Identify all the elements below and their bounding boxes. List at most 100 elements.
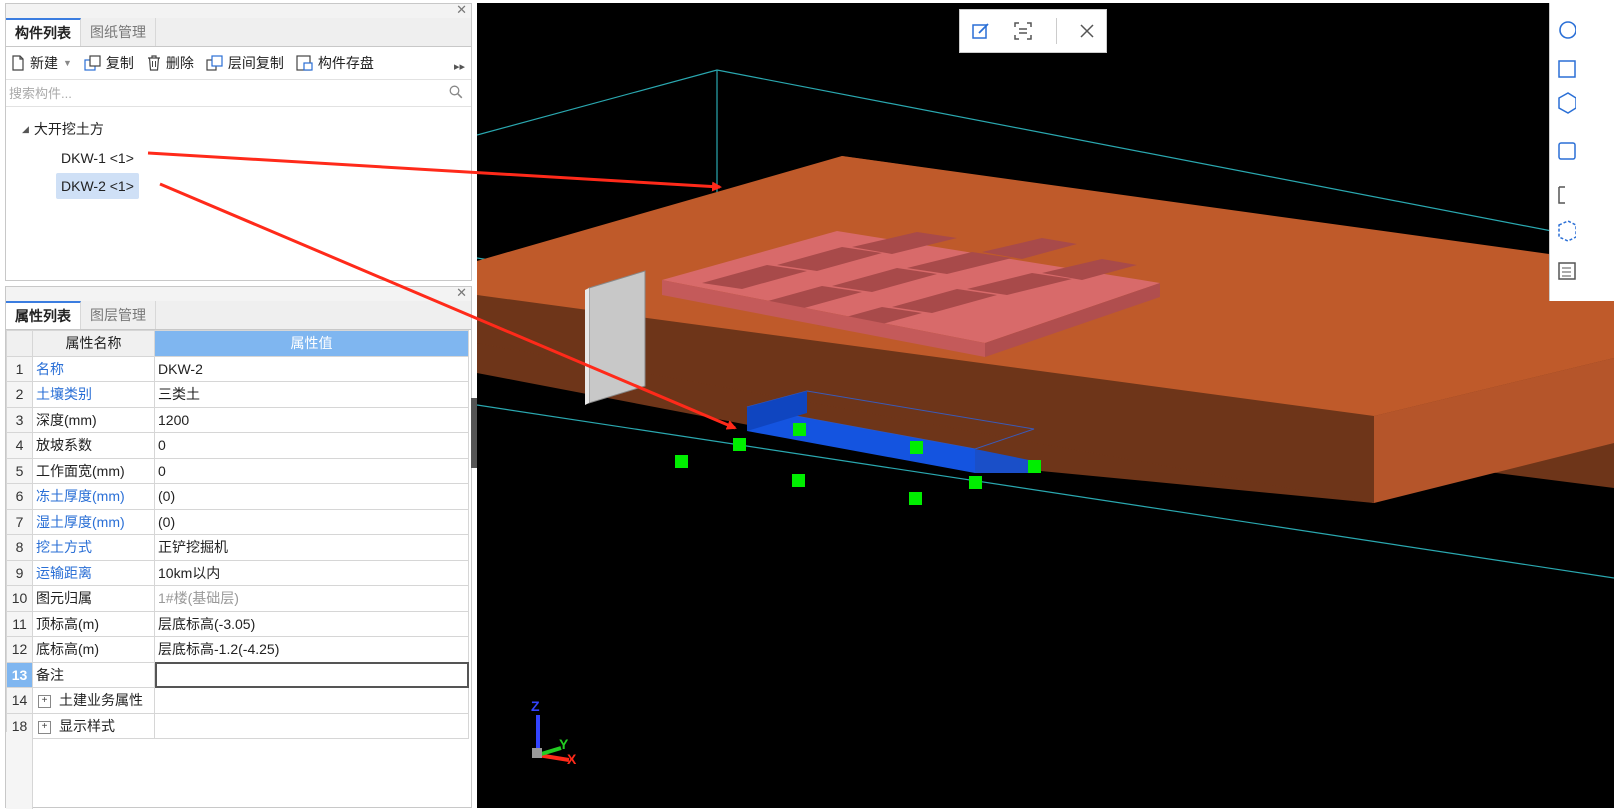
property-value[interactable]: (0) [154,483,469,510]
close-icon[interactable]: ✕ [456,2,467,18]
component-list-panel: ✕ 构件列表 图纸管理 新建 ▼ 复制 删除 层间复制 构件存盘 ▸▸ 搜索构件… [5,2,472,281]
panel-titlebar: ✕ [6,2,471,18]
table-row[interactable]: 11 顶标高(m) 层底标高(-3.05) [6,610,469,637]
property-name: 运输距离 [32,559,155,586]
table-row-selected[interactable]: 13 备注 [6,661,469,688]
save-component-label: 构件存盘 [317,55,374,71]
dynamic-view-icon[interactable] [1556,219,1576,243]
row-number: 12 [6,636,33,663]
property-value[interactable]: 1#楼(基础层) [154,585,469,612]
tab-property-list[interactable]: 属性列表 [6,301,81,329]
property-value[interactable]: 层底标高(-3.05) [154,610,469,637]
property-value[interactable]: 0 [154,432,469,459]
table-row[interactable]: 6 冻土厚度(mm) (0) [6,483,469,510]
more-icon[interactable]: ▸▸ [454,60,465,73]
property-value[interactable]: 0 [154,457,469,484]
table-row[interactable]: 18 + 显示样式 [6,712,469,739]
wall-panel [588,270,646,404]
property-name: 名称 [32,355,155,382]
search-icon[interactable] [449,85,463,99]
delete-button[interactable]: 删除 [146,53,194,73]
delete-label: 删除 [165,55,194,71]
table-row[interactable]: 8 挖土方式 正铲挖掘机 [6,534,469,561]
property-value [154,712,469,739]
copy-label: 复制 [105,55,134,71]
tree-group-excavation[interactable]: ◢ 大开挖土方 [6,115,471,143]
table-row[interactable]: 5 工作面宽(mm) 0 [6,457,469,484]
orbit-icon[interactable] [1556,19,1576,41]
property-name: 图元归属 [32,585,155,612]
property-name: 顶标高(m) [32,610,155,637]
table-row[interactable]: 10 图元归属 1#楼(基础层) [6,585,469,612]
chevron-down-icon[interactable]: ▼ [63,58,72,68]
property-value[interactable]: 1200 [154,406,469,433]
property-value[interactable]: 三类土 [154,381,469,408]
property-group: + 显示样式 [32,712,155,739]
copy-button[interactable]: 复制 [84,53,134,73]
tree-item-dkw-1[interactable]: DKW-1 <1> [56,145,139,171]
row-number-gutter [6,732,33,809]
property-name: 深度(mm) [32,406,155,433]
3d-viewport[interactable]: Z Y X [477,3,1614,808]
property-panel: ✕ 属性列表 图层管理 属性名称 属性值 1 名称 DKW-2 2 土壤类别 三类土 3… [5,285,472,809]
component-tabs: 构件列表 图纸管理 [6,18,471,47]
row-number: 1 [6,355,33,382]
property-value[interactable]: (0) [154,508,469,535]
table-row[interactable]: 12 底标高(m) 层底标高-1.2(-4.25) [6,636,469,663]
search-input[interactable] [6,80,431,106]
property-name: 冻土厚度(mm) [32,483,155,510]
property-value[interactable]: 10km以内 [154,559,469,586]
new-button[interactable]: 新建 ▼ [10,53,72,73]
table-row[interactable]: 2 土壤类别 三类土 [6,381,469,408]
property-value[interactable]: DKW-2 [154,355,469,382]
close-icon[interactable]: ✕ [456,285,467,301]
3d-cube-icon[interactable] [1556,91,1576,115]
floor-copy-button[interactable]: 层间复制 [206,53,284,73]
tab-component-list[interactable]: 构件列表 [6,18,81,46]
table-row[interactable]: 4 放坡系数 0 [6,432,469,459]
expand-plus-icon[interactable]: + [38,695,51,709]
property-name: 土壤类别 [32,381,155,408]
toolbar-separator [1055,18,1057,44]
collapse-triangle-icon[interactable]: ◢ [22,124,29,135]
table-header-row: 属性名称 属性值 [6,330,469,357]
axis-label-z: Z [531,698,540,714]
save-component-button[interactable]: 构件存盘 [296,53,374,73]
property-value[interactable]: 正铲挖掘机 [154,534,469,561]
copy-icon [84,55,101,71]
2d-view-icon[interactable] [1556,58,1576,80]
component-toolbar: 新建 ▼ 复制 删除 层间复制 构件存盘 [6,47,471,79]
row-number: 7 [6,508,33,535]
property-value [154,687,469,714]
property-name: 湿土厚度(mm) [32,508,155,535]
table-row[interactable]: 1 名称 DKW-2 [6,355,469,382]
selection-frame-icon[interactable] [1556,183,1576,207]
box-view-icon[interactable] [1556,139,1576,163]
tree-item-dkw-2[interactable]: DKW-2 <1> [56,173,139,199]
row-number: 14 [6,687,33,714]
edit-icon[interactable] [971,21,991,41]
trash-icon [147,55,160,71]
scan-select-icon[interactable] [1013,21,1033,41]
remark-input[interactable] [154,661,469,688]
table-row[interactable]: 14 + 土建业务属性 [6,687,469,714]
expand-plus-icon[interactable]: + [38,720,51,734]
tab-drawing-management[interactable]: 图纸管理 [81,18,156,46]
row-number: 2 [6,381,33,408]
property-name: 土建业务属性 [59,692,143,709]
list-view-icon[interactable] [1556,259,1576,283]
tab-layer-management[interactable]: 图层管理 [81,301,156,329]
property-table: 属性名称 属性值 1 名称 DKW-2 2 土壤类别 三类土 3 深度(mm) 1200 4… [6,330,469,739]
row-number: 10 [6,585,33,612]
axis-label-x: X [567,751,577,767]
table-row[interactable]: 7 湿土厚度(mm) (0) [6,508,469,535]
property-name: 备注 [32,661,155,688]
row-number: 4 [6,432,33,459]
table-row[interactable]: 9 运输距离 10km以内 [6,559,469,586]
table-row[interactable]: 3 深度(mm) 1200 [6,406,469,433]
property-name: 底标高(m) [32,636,155,663]
close-icon[interactable] [1079,23,1095,39]
view-tools-panel [1549,3,1614,301]
row-number: 13 [6,661,33,688]
property-value[interactable]: 层底标高-1.2(-4.25) [154,636,469,663]
